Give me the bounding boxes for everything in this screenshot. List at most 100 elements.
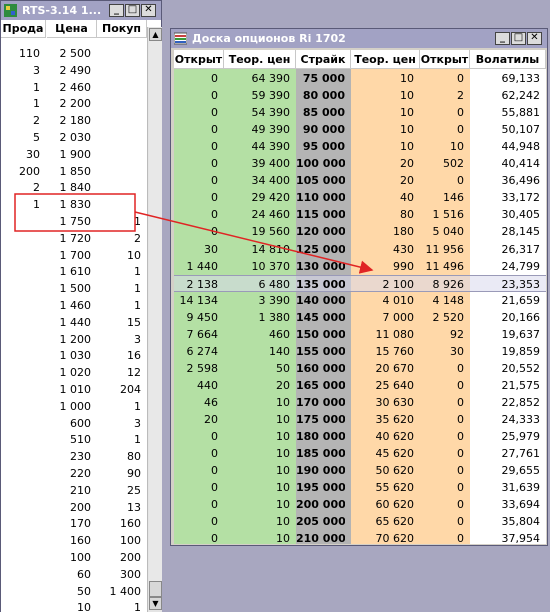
order-book-row[interactable]: 1 200 3	[1, 332, 147, 349]
option-row[interactable]: 1 440 10 370 130 000 990 11 496 24,799	[174, 258, 546, 275]
put-open-interest-cell: 0	[457, 174, 464, 188]
order-book-row[interactable]: 600 3	[1, 416, 147, 433]
order-book-row[interactable]: 100 200	[1, 550, 147, 567]
order-book-title-bar[interactable]: RTS-3.14 1... _ □ ✕	[1, 1, 161, 20]
buy-qty-cell: 1	[134, 282, 141, 296]
volatility-cell: 20,552	[501, 361, 541, 375]
call-open-interest-header[interactable]: Открыт	[174, 50, 224, 69]
order-book-row[interactable]: 230 80	[1, 449, 147, 466]
option-row[interactable]: 440 20 165 000 25 640 0 21,575	[174, 377, 546, 394]
option-row[interactable]: 9 450 1 380 145 000 7 000 2 520 20,166	[174, 309, 546, 326]
option-row[interactable]: 0 10 180 000 40 620 0 25,979	[174, 428, 546, 445]
minimize-button[interactable]: _	[109, 4, 124, 17]
call-open-interest-cell: 0	[211, 191, 218, 205]
option-row[interactable]: 14 134 3 390 140 000 4 010 4 148 21,659	[174, 292, 546, 309]
order-book-row[interactable]: 1 720 2	[1, 231, 147, 248]
current-strike-row[interactable]: 2 138 6 480 135 000 2 100 8 926 23,353	[174, 274, 546, 292]
option-row[interactable]: 0 59 390 80 000 10 2 62,242	[174, 87, 546, 104]
close-button[interactable]: ✕	[141, 4, 156, 17]
option-row[interactable]: 0 19 560 120 000 180 5 040 28,145	[174, 223, 546, 240]
option-row[interactable]: 0 64 390 75 000 10 0 69,133	[174, 70, 546, 87]
option-row[interactable]: 20 10 175 000 35 620 0 24,333	[174, 411, 546, 428]
order-book-row[interactable]: 3 2 490	[1, 63, 147, 80]
scroll-up-arrow-icon[interactable]: ▲	[149, 28, 162, 41]
option-row[interactable]: 0 10 210 000 70 620 0 37,954	[174, 530, 546, 544]
price-column-header[interactable]: Цена	[47, 20, 97, 38]
maximize-button[interactable]: □	[125, 4, 140, 17]
volatility-cell: 23,353	[501, 277, 541, 291]
option-row[interactable]: 7 664 460 150 000 11 080 92 19,637	[174, 326, 546, 343]
order-book-row[interactable]: 210 25	[1, 483, 147, 500]
option-board-title-bar[interactable]: Доска опционов Ri 1702 _ □ ✕	[171, 29, 547, 48]
strike-cell: 95 000	[302, 140, 345, 154]
option-row[interactable]: 0 24 460 115 000 80 1 516 30,405	[174, 206, 546, 223]
order-book-scrollbar[interactable]: ▲ ▼	[147, 27, 162, 612]
strike-header[interactable]: Страйк	[296, 50, 351, 69]
option-row[interactable]: 30 14 810 125 000 430 11 956 26,317	[174, 241, 546, 258]
order-book-row[interactable]: 1 2 460	[1, 80, 147, 97]
order-book-row[interactable]: 200 13	[1, 500, 147, 517]
volatility-cell: 25,979	[501, 430, 541, 444]
scroll-thumb[interactable]	[149, 581, 162, 597]
volatility-header[interactable]: Волатилы	[470, 50, 546, 69]
sell-column-header[interactable]: Прода	[1, 20, 46, 38]
call-theor-price-header[interactable]: Теор. цен	[224, 50, 296, 69]
order-book-row[interactable]: 200 1 850	[1, 164, 147, 181]
order-book-row[interactable]: 50 1 400	[1, 584, 147, 601]
option-row[interactable]: 6 274 140 155 000 15 760 30 19,859	[174, 343, 546, 360]
order-book-row[interactable]: 60 300	[1, 567, 147, 584]
order-book-row[interactable]: 2 2 180	[1, 113, 147, 130]
order-book-row[interactable]: 220 90	[1, 466, 147, 483]
order-book-row[interactable]: 1 750 1	[1, 214, 147, 231]
order-book-row[interactable]: 30 1 900	[1, 147, 147, 164]
option-row[interactable]: 0 39 400 100 000 20 502 40,414	[174, 155, 546, 172]
order-book-row[interactable]: 170 160	[1, 516, 147, 533]
option-row[interactable]: 0 49 390 90 000 10 0 50,107	[174, 121, 546, 138]
order-book-row[interactable]: 5 2 030	[1, 130, 147, 147]
order-book-row[interactable]: 1 1 830	[1, 197, 147, 214]
minimize-button[interactable]: _	[495, 32, 510, 45]
order-book-row[interactable]: 1 020 12	[1, 365, 147, 382]
scroll-down-arrow-icon[interactable]: ▼	[149, 597, 162, 610]
option-row[interactable]: 0 29 420 110 000 40 146 33,172	[174, 189, 546, 206]
order-book-row[interactable]: 1 000 1	[1, 399, 147, 416]
call-open-interest-cell: 0	[211, 515, 218, 529]
order-book-row[interactable]: 1 030 16	[1, 348, 147, 365]
order-book-row[interactable]: 1 010 204	[1, 382, 147, 399]
option-row[interactable]: 0 34 400 105 000 20 0 36,496	[174, 172, 546, 189]
option-row[interactable]: 2 598 50 160 000 20 670 0 20,552	[174, 360, 546, 377]
order-book-row[interactable]: 510 1	[1, 432, 147, 449]
order-book-row[interactable]: 1 2 200	[1, 96, 147, 113]
order-book-row[interactable]: 10 1	[1, 600, 147, 612]
scroll-track[interactable]	[149, 41, 162, 581]
option-row[interactable]: 0 44 390 95 000 10 10 44,948	[174, 138, 546, 155]
put-theor-price-cell: 10	[400, 89, 414, 103]
sell-qty-cell	[1, 382, 40, 399]
sell-qty-cell	[1, 231, 40, 248]
put-open-interest-header[interactable]: Открыт	[420, 50, 470, 69]
put-theor-price-cell: 20 670	[375, 361, 415, 375]
buy-qty-cell: 12	[127, 366, 141, 380]
order-book-row[interactable]: 1 500 1	[1, 281, 147, 298]
put-theor-price-header[interactable]: Теор. цен	[351, 50, 420, 69]
option-row[interactable]: 0 10 200 000 60 620 0 33,694	[174, 496, 546, 513]
maximize-button[interactable]: □	[511, 32, 526, 45]
order-book-row[interactable]: 1 460 1	[1, 298, 147, 315]
volatility-cell: 62,242	[501, 89, 541, 103]
option-row[interactable]: 0 10 185 000 45 620 0 27,761	[174, 445, 546, 462]
price-cell: 230	[70, 450, 91, 464]
option-row[interactable]: 0 54 390 85 000 10 0 55,881	[174, 104, 546, 121]
price-cell: 210	[70, 483, 91, 497]
option-row[interactable]: 46 10 170 000 30 630 0 22,852	[174, 394, 546, 411]
order-book-row[interactable]: 2 1 840	[1, 180, 147, 197]
order-book-row[interactable]: 1 440 15	[1, 315, 147, 332]
order-book-row[interactable]: 1 610 1	[1, 264, 147, 281]
option-row[interactable]: 0 10 195 000 55 620 0 31,639	[174, 479, 546, 496]
option-row[interactable]: 0 10 190 000 50 620 0 29,655	[174, 462, 546, 479]
order-book-row[interactable]: 110 2 500	[1, 46, 147, 63]
close-button[interactable]: ✕	[527, 32, 542, 45]
order-book-row[interactable]: 1 700 10	[1, 248, 147, 265]
option-row[interactable]: 0 10 205 000 65 620 0 35,804	[174, 513, 546, 530]
buy-column-header[interactable]: Покуп	[97, 20, 147, 38]
order-book-row[interactable]: 160 100	[1, 533, 147, 550]
